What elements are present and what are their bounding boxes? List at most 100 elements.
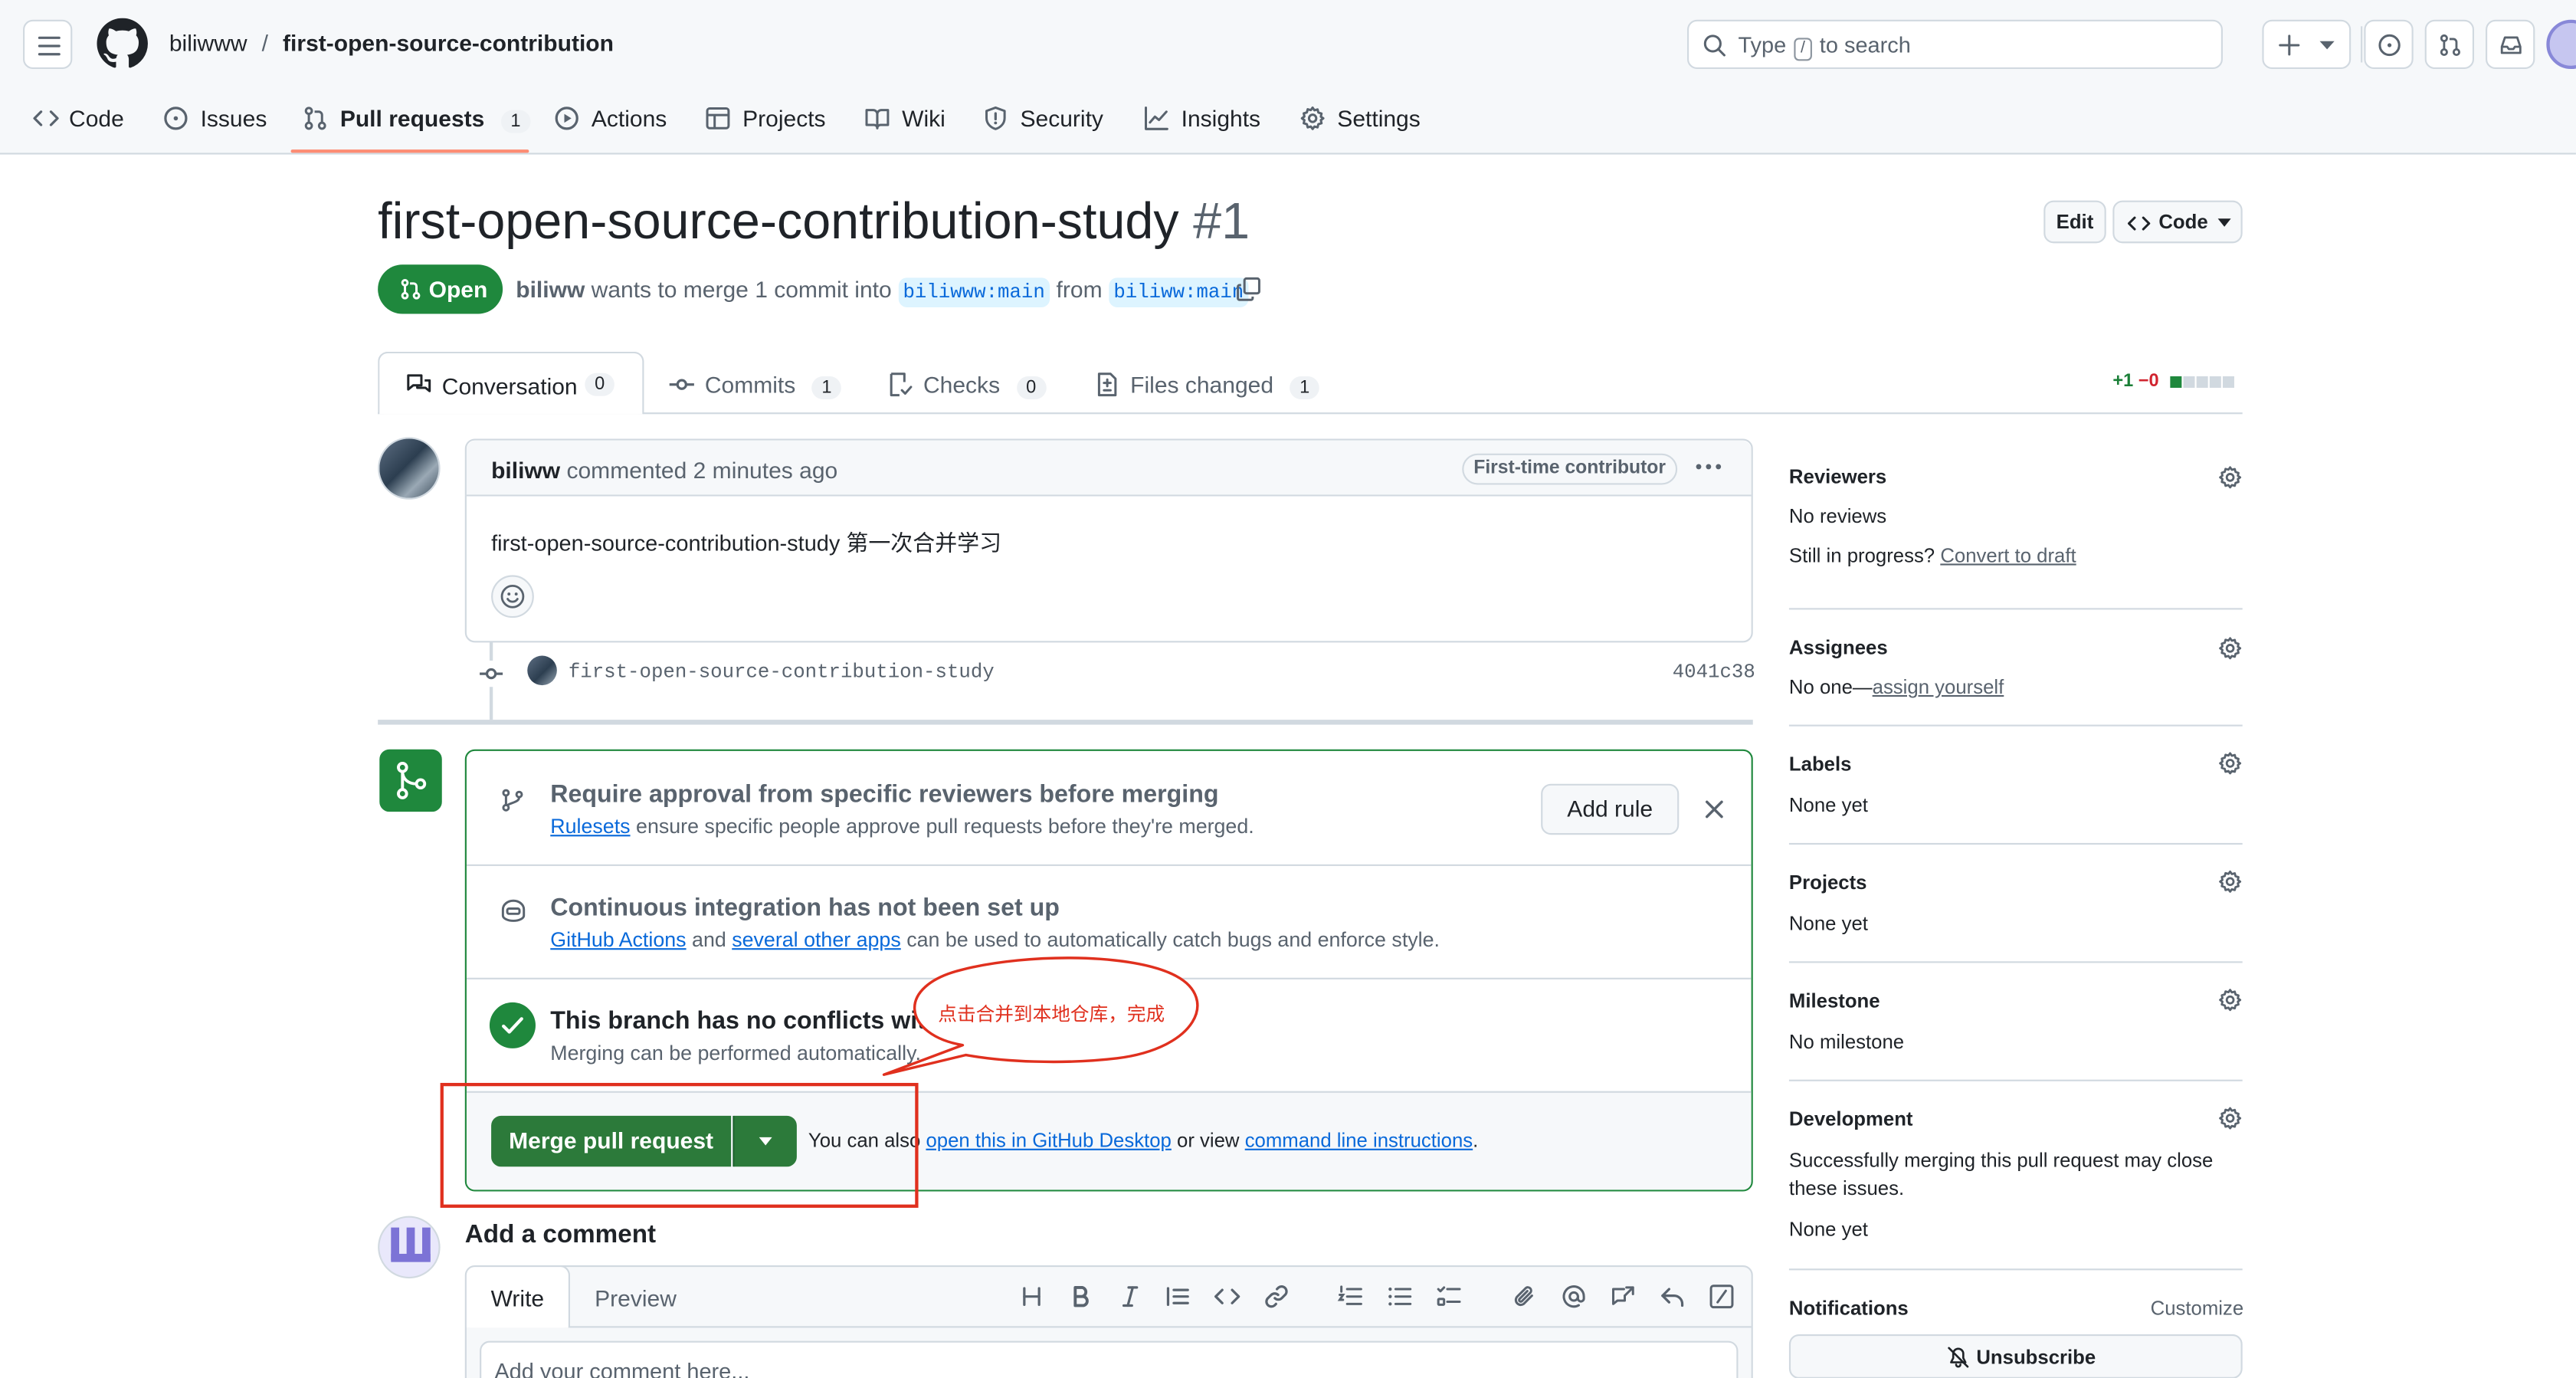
tab-commits-label: Commits	[704, 371, 796, 398]
tab-checks[interactable]: Checks 0	[887, 372, 1047, 400]
assignees-title[interactable]: Assignees	[1789, 636, 1888, 659]
search-input[interactable]: Type / to search	[1686, 19, 2223, 70]
commit-author-avatar[interactable]	[527, 655, 557, 686]
editor-toolbar-border	[568, 1326, 1752, 1328]
inbox-button[interactable]	[2486, 19, 2535, 70]
github-logo-icon[interactable]	[97, 18, 148, 69]
bold-icon[interactable]	[1068, 1284, 1094, 1310]
nav-insights[interactable]: Insights	[1143, 105, 1260, 132]
commit-sha[interactable]: 4041c38	[1673, 661, 1755, 684]
command-line-link[interactable]: command line instructions	[1245, 1129, 1473, 1152]
tab-commits-count: 1	[811, 376, 842, 400]
pr-meta: biliww wants to merge 1 commit into bili…	[516, 276, 1249, 307]
page-title: first-open-source-contribution-study #1	[378, 192, 1250, 251]
pr-title: first-open-source-contribution-study	[378, 192, 1179, 250]
gear-icon[interactable]	[2218, 465, 2243, 490]
nav-wiki[interactable]: Wiki	[864, 105, 946, 132]
paperclip-icon[interactable]	[1512, 1284, 1538, 1310]
gear-icon[interactable]	[2218, 988, 2243, 1012]
milestone-title[interactable]: Milestone	[1789, 989, 1880, 1012]
nav-issues[interactable]: Issues	[162, 105, 267, 132]
breadcrumb-owner[interactable]: biliwww	[169, 30, 247, 56]
create-new-button[interactable]	[2262, 19, 2352, 70]
add-rule-button[interactable]: Add rule	[1541, 783, 1680, 835]
issues-button[interactable]	[2364, 19, 2414, 70]
timeline-divider	[378, 720, 1753, 725]
tab-write[interactable]: Write	[466, 1267, 571, 1328]
comment-discussion-icon	[406, 372, 432, 398]
state-badge: Open	[378, 264, 503, 314]
tab-files-label: Files changed	[1130, 371, 1274, 398]
unordered-list-icon[interactable]	[1387, 1284, 1413, 1310]
reply-icon[interactable]	[1660, 1284, 1686, 1310]
tab-preview[interactable]: Preview	[595, 1285, 677, 1311]
link-icon[interactable]	[1263, 1284, 1290, 1310]
comment-author[interactable]: biliww	[491, 457, 560, 483]
pull-requests-button[interactable]	[2424, 19, 2475, 70]
nav-actions-label: Actions	[591, 105, 667, 132]
github-desktop-link[interactable]: open this in GitHub Desktop	[926, 1129, 1171, 1152]
nav-projects[interactable]: Projects	[705, 105, 826, 132]
pr-from-text: from	[1056, 276, 1103, 303]
base-branch[interactable]: biliwww:main	[898, 277, 1050, 307]
avatar[interactable]	[378, 437, 441, 500]
other-apps-link[interactable]: several other apps	[732, 928, 901, 951]
close-icon[interactable]	[1703, 799, 1725, 820]
kebab-horizontal-icon[interactable]	[1694, 457, 1724, 477]
tab-conversation[interactable]: Conversation 0	[378, 351, 644, 415]
customize-link[interactable]: Customize	[2151, 1297, 2244, 1320]
gear-icon[interactable]	[2218, 751, 2243, 776]
smiley-icon[interactable]	[491, 575, 534, 618]
quote-icon[interactable]	[1165, 1284, 1191, 1310]
merge-or-view-text: or view	[1177, 1128, 1240, 1153]
nav-pull-requests-count: 1	[500, 110, 531, 133]
commit-message[interactable]: first-open-source-contribution-study	[569, 661, 995, 684]
nav-settings[interactable]: Settings	[1299, 105, 1421, 132]
assign-yourself-link[interactable]: assign yourself	[1873, 675, 2004, 698]
edit-title-button[interactable]: Edit	[2043, 200, 2106, 244]
current-user-avatar[interactable]	[378, 1216, 441, 1279]
nav-wiki-label: Wiki	[902, 105, 946, 132]
tab-commits[interactable]: Commits 1	[669, 371, 842, 400]
development-value: None yet	[1788, 1217, 1868, 1241]
nav-pull-requests-label: Pull requests	[339, 105, 485, 132]
sidebar-divider	[1788, 1268, 2243, 1271]
unsubscribe-button[interactable]: Unsubscribe	[1788, 1334, 2243, 1378]
file-diff-icon	[1094, 372, 1120, 398]
gear-icon[interactable]	[2218, 869, 2243, 894]
pr-author[interactable]: biliww	[516, 276, 585, 302]
checklist-icon	[887, 372, 913, 398]
rulesets-link[interactable]: Rulesets	[550, 815, 630, 838]
annotation-highlight-box	[440, 1082, 919, 1208]
ordered-list-icon[interactable]	[1337, 1284, 1363, 1310]
tab-files-changed[interactable]: Files changed 1	[1094, 371, 1320, 400]
cross-reference-icon[interactable]	[1610, 1284, 1636, 1310]
menu-button[interactable]	[23, 19, 73, 70]
comment-textarea[interactable]: Add your comment here...	[480, 1340, 1739, 1378]
merge-period: .	[1473, 1128, 1479, 1153]
nav-actions[interactable]: Actions	[554, 105, 667, 132]
copy-icon[interactable]	[1235, 276, 1261, 302]
breadcrumb-repo[interactable]: first-open-source-contribution	[283, 30, 614, 56]
heading-icon[interactable]	[1018, 1284, 1044, 1310]
italic-icon[interactable]	[1117, 1284, 1143, 1310]
tasklist-icon[interactable]	[1436, 1284, 1462, 1310]
gear-icon[interactable]	[2218, 636, 2243, 661]
code-icon[interactable]	[1214, 1284, 1240, 1310]
github-actions-link[interactable]: GitHub Actions	[550, 928, 686, 951]
reviewers-title[interactable]: Reviewers	[1789, 465, 1886, 488]
rule-description: ensure specific people approve pull requ…	[636, 815, 1254, 838]
code-dropdown-button[interactable]: Code	[2112, 200, 2243, 244]
convert-to-draft-link[interactable]: Convert to draft	[1940, 544, 2076, 567]
nav-pull-requests[interactable]: Pull requests 1	[303, 105, 531, 133]
head-branch[interactable]: biliww:main	[1108, 277, 1249, 307]
pr-number: #1	[1193, 192, 1250, 250]
development-title[interactable]: Development	[1789, 1107, 1913, 1130]
nav-code[interactable]: Code	[33, 105, 124, 132]
mention-icon[interactable]	[1561, 1284, 1587, 1310]
projects-title[interactable]: Projects	[1789, 871, 1867, 894]
labels-title[interactable]: Labels	[1789, 753, 1852, 776]
slash-command-icon[interactable]	[1709, 1284, 1735, 1310]
gear-icon[interactable]	[2218, 1106, 2243, 1130]
nav-security[interactable]: Security	[982, 105, 1103, 132]
